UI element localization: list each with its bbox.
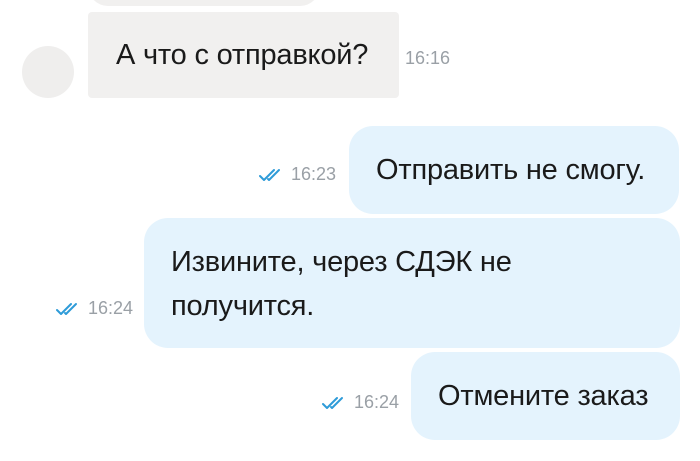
message-text: А что с отправкой?: [116, 39, 369, 71]
message-time: 16:23: [291, 164, 337, 184]
message-bubble-outgoing[interactable]: Извините, через СДЭК не получится.: [144, 218, 680, 348]
message-bubble-outgoing[interactable]: Отправить не смогу.: [349, 126, 679, 214]
message-bubble-outgoing[interactable]: Отмените заказ: [411, 352, 680, 440]
double-check-icon: [56, 302, 84, 316]
double-check-icon: [259, 168, 287, 182]
message-meta: 16:23: [259, 164, 336, 185]
message-time: 16:24: [354, 392, 400, 412]
message-bubble-incoming[interactable]: А что с отправкой?: [88, 12, 399, 98]
previous-message-bubble: [88, 0, 320, 6]
message-meta: 16:24: [56, 298, 133, 319]
message-text: Отправить не смогу.: [376, 154, 646, 186]
message-text-line: Извините, через СДЭК не: [171, 246, 512, 278]
message-text: Отмените заказ: [438, 380, 649, 412]
message-text-line: получится.: [171, 290, 315, 322]
message-time: 16:24: [88, 298, 134, 318]
message-time: 16:16: [405, 48, 451, 68]
avatar[interactable]: [22, 46, 74, 98]
double-check-icon: [322, 396, 350, 410]
message-meta: 16:24: [322, 392, 399, 413]
